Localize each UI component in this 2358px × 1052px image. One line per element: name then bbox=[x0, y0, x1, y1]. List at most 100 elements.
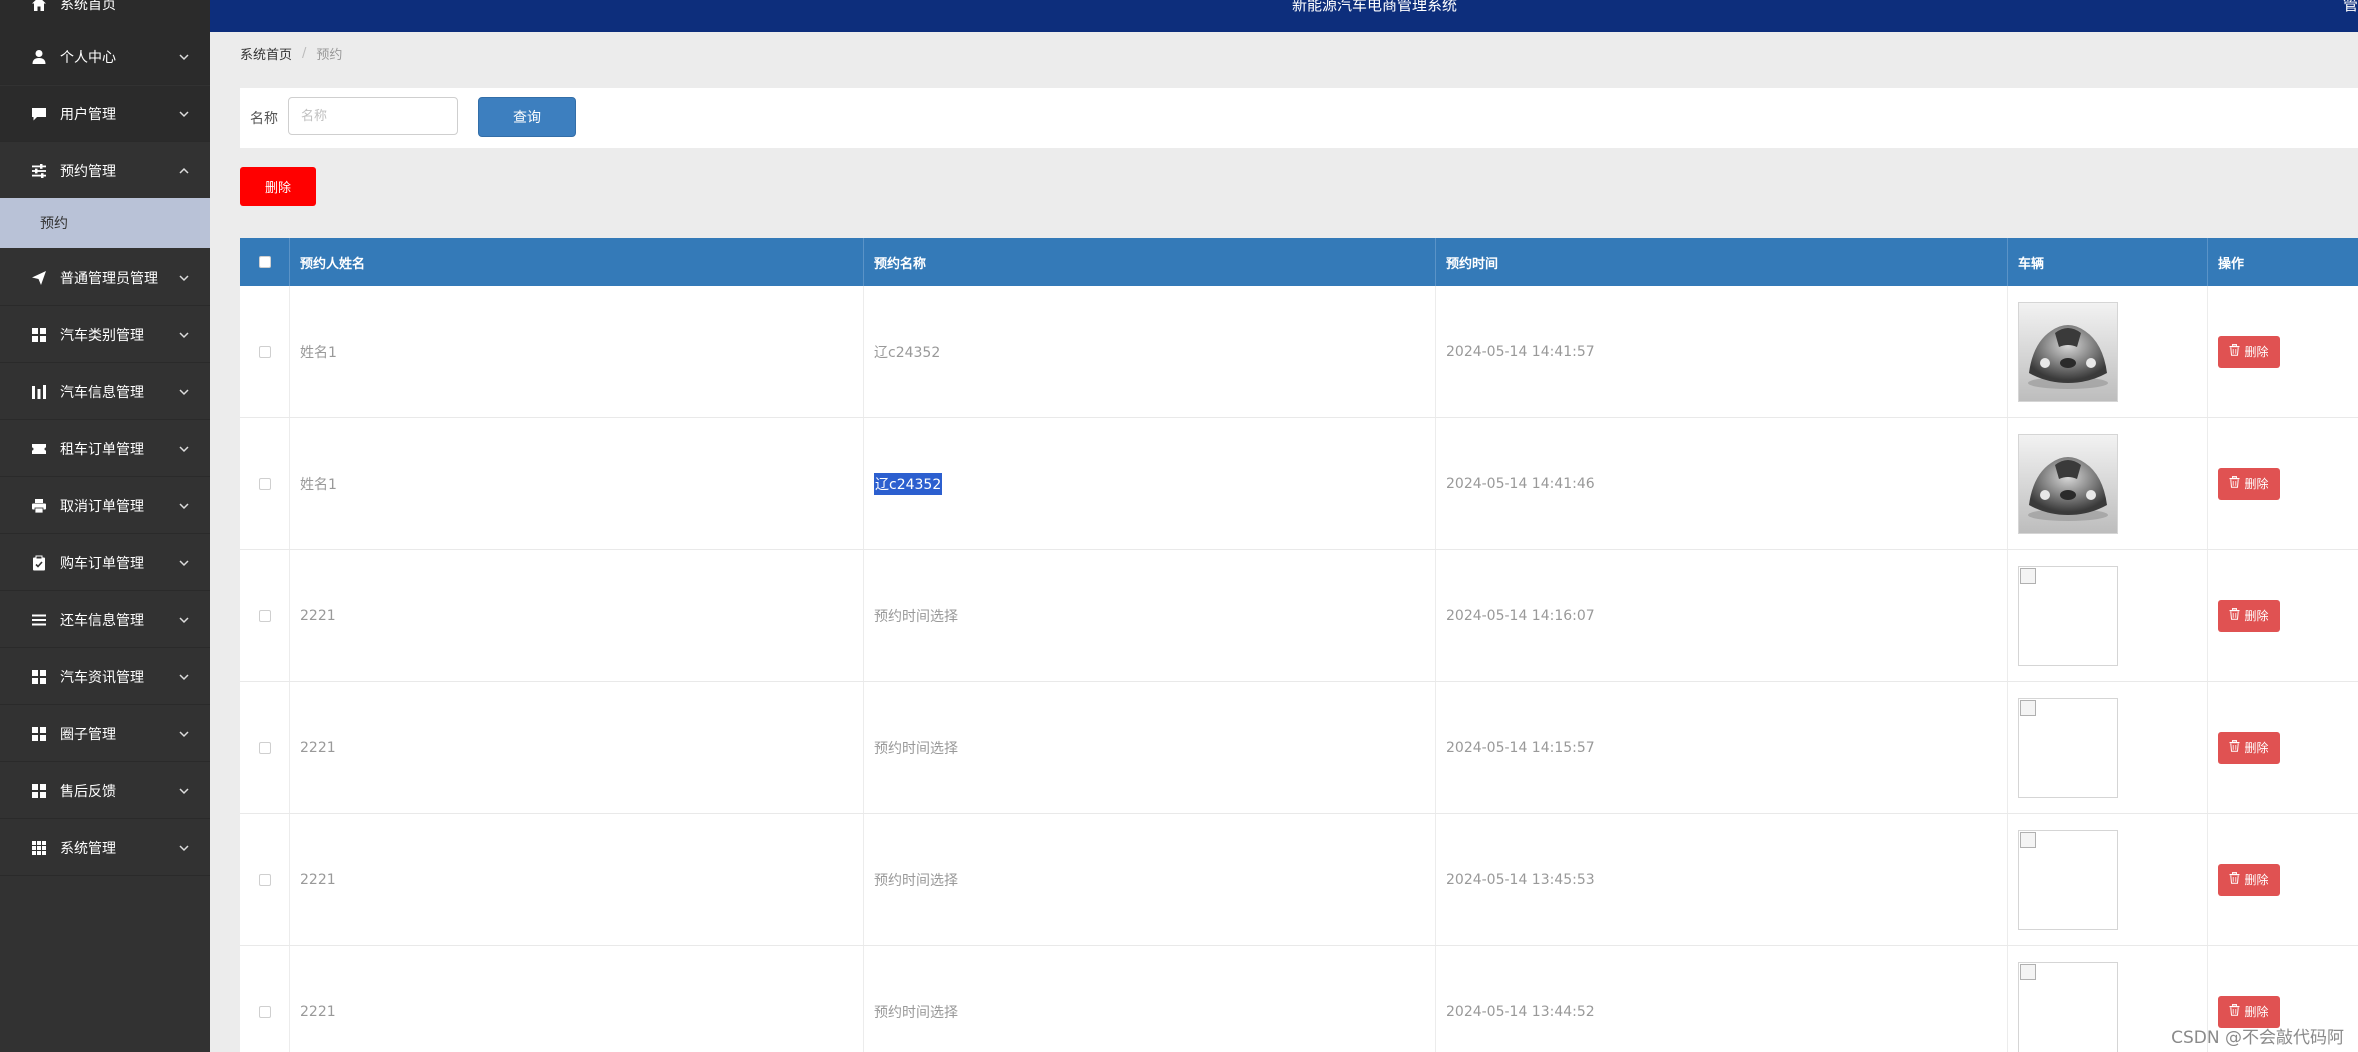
cell-time: 2024-05-14 14:15:57 bbox=[1436, 682, 2008, 813]
sidebar-item[interactable]: 购车订单管理 bbox=[0, 535, 210, 591]
table-row[interactable]: 2221 预约时间选择 2024-05-14 13:44:52 删除 bbox=[240, 946, 2358, 1052]
cell-title: 辽c24352 bbox=[864, 286, 1436, 417]
cell-title: 预约时间选择 bbox=[864, 550, 1436, 681]
trash-icon bbox=[2229, 872, 2240, 887]
trash-icon bbox=[2229, 344, 2240, 359]
cell-name: 2221 bbox=[290, 814, 864, 945]
cell-actions: 删除 bbox=[2208, 682, 2358, 813]
query-button[interactable]: 查询 bbox=[478, 97, 576, 137]
sidebar-item[interactable]: 汽车资讯管理 bbox=[0, 649, 210, 705]
grid-icon bbox=[31, 327, 47, 343]
column-header-title[interactable]: 预约名称 bbox=[864, 238, 1436, 286]
appointment-person-name: 2221 bbox=[300, 739, 336, 756]
row-delete-button[interactable]: 删除 bbox=[2218, 731, 2280, 764]
sidebar-item[interactable]: 还车信息管理 bbox=[0, 592, 210, 648]
appointment-title: 预约时间选择 bbox=[874, 608, 958, 625]
column-header-actions: 操作 bbox=[2218, 256, 2245, 272]
select-all-checkbox[interactable] bbox=[258, 256, 271, 268]
grid-icon bbox=[31, 783, 47, 799]
sidebar-item[interactable]: 圈子管理 bbox=[0, 706, 210, 762]
send-icon bbox=[31, 270, 47, 286]
bar-chart-icon bbox=[31, 384, 47, 400]
print-icon bbox=[31, 498, 47, 514]
chevron-up-icon bbox=[178, 165, 190, 177]
row-delete-button[interactable]: 删除 bbox=[2218, 467, 2280, 500]
chat-icon bbox=[31, 106, 47, 122]
table-header: 预约人姓名 预约名称 预约时间 车辆 操作 bbox=[240, 238, 2358, 286]
chevron-down-icon bbox=[178, 614, 190, 626]
cell-title: 预约时间选择 bbox=[864, 682, 1436, 813]
row-delete-button[interactable]: 删除 bbox=[2218, 863, 2280, 896]
sidebar-item-label: 取消订单管理 bbox=[60, 498, 144, 515]
row-delete-label: 删除 bbox=[2244, 345, 2269, 359]
sidebar-item[interactable]: 系统管理 bbox=[0, 820, 210, 876]
sidebar-item-label: 系统首页 bbox=[60, 0, 116, 13]
appointment-person-name: 2221 bbox=[300, 607, 336, 624]
sidebar-item[interactable]: 汽车信息管理 bbox=[0, 364, 210, 420]
column-header-time[interactable]: 预约时间 bbox=[1436, 238, 2008, 286]
chevron-down-icon bbox=[178, 329, 190, 341]
appointment-time: 2024-05-14 14:41:57 bbox=[1446, 343, 1595, 360]
appointment-title: 预约时间选择 bbox=[874, 872, 958, 889]
batch-delete-button[interactable]: 删除 bbox=[240, 167, 316, 206]
car-photo bbox=[2018, 301, 2118, 402]
row-checkbox[interactable] bbox=[258, 609, 271, 622]
row-delete-button[interactable]: 删除 bbox=[2218, 599, 2280, 632]
table-row[interactable]: 姓名1 辽c24352 2024-05-14 14:41:46 删除 bbox=[240, 418, 2358, 550]
row-checkbox[interactable] bbox=[258, 1005, 271, 1018]
row-delete-label: 删除 bbox=[2244, 741, 2269, 755]
table-row[interactable]: 2221 预约时间选择 2024-05-14 14:16:07 删除 bbox=[240, 550, 2358, 682]
trash-icon bbox=[2229, 476, 2240, 491]
sidebar-item[interactable]: 预约管理 bbox=[0, 143, 210, 199]
row-checkbox[interactable] bbox=[258, 873, 271, 886]
cell-time: 2024-05-14 14:41:57 bbox=[1436, 286, 2008, 417]
column-header-name[interactable]: 预约人姓名 bbox=[290, 238, 864, 286]
row-select-cell bbox=[240, 946, 290, 1052]
cell-actions: 删除 bbox=[2208, 418, 2358, 549]
breadcrumb-home[interactable]: 系统首页 bbox=[240, 44, 292, 63]
row-checkbox[interactable] bbox=[258, 345, 271, 358]
sliders-icon bbox=[31, 163, 47, 179]
search-input[interactable] bbox=[288, 97, 458, 135]
appointment-time: 2024-05-14 14:41:46 bbox=[1446, 475, 1595, 492]
sidebar-subitem-appointment[interactable]: 预约 bbox=[0, 198, 210, 248]
appointment-time: 2024-05-14 14:15:57 bbox=[1446, 739, 1595, 756]
table-row[interactable]: 姓名1 辽c24352 2024-05-14 14:41:57 删除 bbox=[240, 286, 2358, 418]
sidebar-item[interactable]: 普通管理员管理 bbox=[0, 250, 210, 306]
top-header: 新能源汽车电商管理系统 管 bbox=[210, 0, 2358, 32]
cell-vehicle bbox=[2008, 682, 2208, 813]
sidebar-item-label: 售后反馈 bbox=[60, 783, 116, 800]
row-checkbox[interactable] bbox=[258, 741, 271, 754]
sidebar-item[interactable]: 售后反馈 bbox=[0, 763, 210, 819]
watermark-text: CSDN @不会敲代码阿 bbox=[2171, 1028, 2344, 1048]
sidebar-item-label: 用户管理 bbox=[60, 106, 116, 123]
row-delete-button[interactable]: 删除 bbox=[2218, 335, 2280, 368]
column-header-vehicle[interactable]: 车辆 bbox=[2008, 238, 2208, 286]
trash-icon bbox=[2229, 608, 2240, 623]
sidebar-item[interactable]: 用户管理 bbox=[0, 86, 210, 142]
cell-time: 2024-05-14 13:44:52 bbox=[1436, 946, 2008, 1052]
row-select-cell bbox=[240, 418, 290, 549]
sidebar-item[interactable]: 汽车类别管理 bbox=[0, 307, 210, 363]
select-all-cell bbox=[240, 238, 290, 286]
appointment-time: 2024-05-14 13:44:52 bbox=[1446, 1003, 1595, 1020]
chevron-down-icon bbox=[178, 785, 190, 797]
row-checkbox[interactable] bbox=[258, 477, 271, 490]
cell-vehicle bbox=[2008, 814, 2208, 945]
table-row[interactable]: 2221 预约时间选择 2024-05-14 13:45:53 删除 bbox=[240, 814, 2358, 946]
sidebar-item-label: 汽车类别管理 bbox=[60, 327, 144, 344]
search-panel: 名称 查询 bbox=[240, 88, 2358, 148]
sidebar-item[interactable]: 取消订单管理 bbox=[0, 478, 210, 534]
sidebar-item[interactable]: 系统首页 bbox=[0, 0, 210, 32]
cell-name: 2221 bbox=[290, 550, 864, 681]
sidebar-item[interactable]: 个人中心 bbox=[0, 29, 210, 85]
sidebar-item[interactable]: 租车订单管理 bbox=[0, 421, 210, 477]
cell-time: 2024-05-14 14:16:07 bbox=[1436, 550, 2008, 681]
table-row[interactable]: 2221 预约时间选择 2024-05-14 14:15:57 删除 bbox=[240, 682, 2358, 814]
header-user-text[interactable]: 管 bbox=[2343, 0, 2358, 15]
row-delete-label: 删除 bbox=[2244, 873, 2269, 887]
cell-vehicle bbox=[2008, 286, 2208, 417]
trash-icon bbox=[2229, 740, 2240, 755]
chevron-down-icon bbox=[178, 557, 190, 569]
cell-time: 2024-05-14 14:41:46 bbox=[1436, 418, 2008, 549]
